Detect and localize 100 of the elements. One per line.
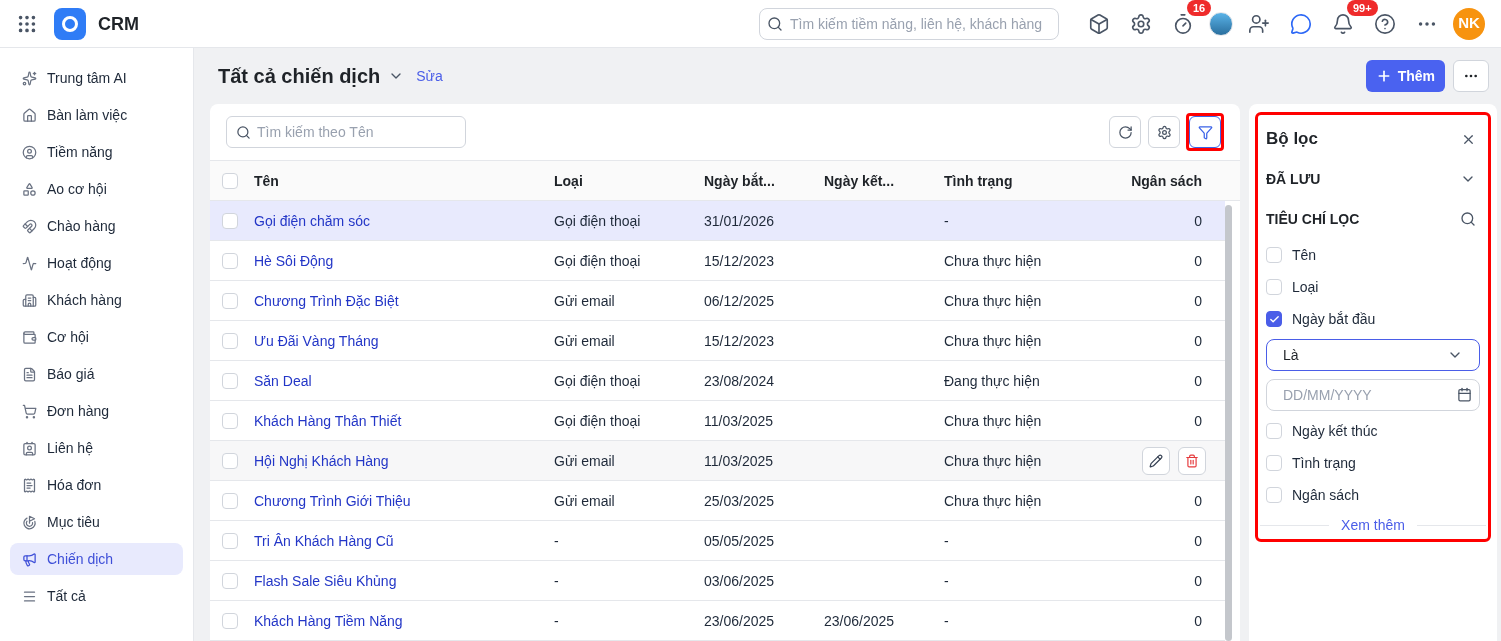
table-cell: Đang thực hiện (944, 372, 1040, 389)
sidebar-item[interactable]: Trung tâm AI (10, 62, 183, 94)
table-cell: - (944, 532, 949, 549)
edit-button[interactable] (1142, 446, 1170, 475)
settings-button[interactable] (1148, 116, 1180, 148)
sidebar-item[interactable]: Báo giá (10, 358, 183, 390)
checkmark-icon (1268, 313, 1280, 325)
campaign-link[interactable]: Khách Hàng Tiềm Năng (254, 612, 403, 629)
menu-icon (22, 588, 37, 604)
filter-icon (1197, 124, 1213, 140)
table-cell: Chưa thực hiện (944, 252, 1042, 269)
campaign-link[interactable]: Hội Nghị Khách Hàng (254, 452, 389, 469)
column-header[interactable]: Ngân sách (1084, 170, 1202, 191)
column-header[interactable]: Tên (254, 170, 554, 191)
table-cell: 15/12/2023 (704, 252, 775, 269)
table-cell: - (944, 572, 949, 589)
delete-button[interactable] (1178, 446, 1206, 475)
avatar-icon[interactable] (1209, 11, 1233, 36)
table-cell: 0 (1194, 292, 1202, 309)
table-search-field[interactable]: Tìm kiếm theo Tên (226, 116, 466, 148)
campaign-link[interactable]: Gọi điện chăm sóc (254, 212, 370, 229)
table-cell: 23/06/2025 (824, 612, 895, 629)
table-cell: Chưa thực hiện (944, 292, 1042, 309)
criterion-label: Ngân sách (1292, 486, 1359, 505)
table-cell: 25/03/2025 (704, 492, 775, 509)
date-field[interactable]: DD/MM/YYYY (1266, 379, 1480, 411)
campaign-link[interactable]: Ưu Đãi Vàng Tháng (254, 332, 379, 349)
campaign-link[interactable]: Chương Trình Giới Thiệu (254, 492, 411, 509)
sidebar-item[interactable]: Hoạt động (10, 247, 183, 279)
sidebar-item[interactable]: Cơ hội (10, 321, 183, 353)
sidebar-item[interactable]: Chào hàng (10, 210, 183, 242)
column-header[interactable]: Tình trạng (944, 170, 1084, 191)
search-icon[interactable] (1460, 211, 1476, 227)
see-more-link[interactable]: Xem thêm (1341, 515, 1405, 535)
table-cell: Gửi email (554, 292, 615, 309)
table-cell: 31/01/2026 (704, 212, 775, 229)
shapes-icon (22, 181, 37, 197)
trash-icon (1185, 453, 1199, 468)
table-cell: Chưa thực hiện (944, 412, 1042, 429)
more-button[interactable] (1453, 60, 1489, 92)
edit-link[interactable]: Sửa (416, 66, 443, 86)
table-cell: - (554, 532, 559, 549)
table-cell: Gọi điện thoại (554, 212, 641, 229)
global-search-field[interactable]: Tìm kiếm tiềm năng, liên hệ, khách hàng (759, 7, 1059, 40)
campaign-link[interactable]: Hè Sôi Động (254, 252, 334, 269)
table-cell: 23/08/2024 (704, 372, 775, 389)
add-button[interactable]: Thêm (1365, 60, 1445, 92)
table-cell: 0 (1194, 572, 1202, 589)
table-cell: Gửi email (554, 452, 615, 469)
campaign-link[interactable]: Săn Deal (254, 372, 312, 389)
app-name: CRM (98, 12, 139, 36)
column-header[interactable]: Ngày bắt... (704, 170, 824, 191)
sidebar-item[interactable]: Bàn làm việc (10, 99, 183, 131)
search-icon (767, 15, 783, 32)
sidebar-item[interactable]: Tiềm năng (10, 136, 183, 168)
column-header[interactable]: Loại (554, 170, 704, 191)
sidebar-item[interactable]: Liên hệ (10, 432, 183, 464)
table-row[interactable]: Hội Nghị Khách Hàng Gửi email 11/03/2025 Chưa thực hiện (210, 441, 1225, 481)
sidebar-item[interactable]: Ao cơ hội (10, 173, 183, 205)
refresh-button[interactable] (1109, 116, 1141, 148)
contact-card-icon (22, 440, 37, 456)
user-circle-icon (22, 144, 37, 160)
table-cell: 11/03/2025 (704, 412, 774, 429)
table-row[interactable]: Gọi điện chăm sóc Gọi điện thoại 31/01/2026 - 0 (210, 201, 1225, 241)
checkbox[interactable] (1266, 311, 1282, 327)
wallet-icon (22, 329, 37, 345)
table-cell: 06/12/2025 (704, 292, 775, 309)
scrollbar[interactable] (1225, 205, 1232, 641)
table-cell: Gọi điện thoại (554, 252, 641, 269)
sidebar-item[interactable]: Chiến dịch (10, 543, 183, 575)
table-cell: 15/12/2023 (704, 332, 775, 349)
megaphone-icon (22, 551, 37, 567)
table-cell: 0 (1194, 492, 1202, 509)
campaign-link[interactable]: Tri Ân Khách Hàng Cũ (254, 532, 394, 549)
table-cell: 05/05/2025 (704, 532, 775, 549)
table-cell: Chưa thực hiện (944, 332, 1042, 349)
app-logo (54, 7, 86, 40)
settings-icon (1156, 124, 1172, 140)
home-icon (22, 107, 37, 123)
column-header[interactable]: Ngày kết... (824, 170, 944, 191)
section-title: TIÊU CHÍ LỌC (1266, 209, 1360, 229)
sidebar-item[interactable]: Hóa đơn (10, 469, 183, 501)
sidebar-item[interactable]: Khách hàng (10, 284, 183, 316)
filter-button[interactable] (1186, 113, 1224, 151)
table-cell: 0 (1194, 212, 1202, 229)
table-cell: 0 (1194, 372, 1202, 389)
table-cell: 0 (1194, 332, 1202, 349)
table-cell: Gọi điện thoại (554, 412, 641, 429)
operator-dropdown[interactable]: Là (1266, 339, 1480, 371)
sidebar-item[interactable]: Mục tiêu (10, 506, 183, 538)
sidebar-item[interactable]: Tất cả (10, 580, 183, 612)
table-cell: 11/03/2025 (704, 452, 774, 469)
campaign-link[interactable]: Chương Trình Đặc Biệt (254, 292, 399, 309)
campaign-link[interactable]: Khách Hàng Thân Thiết (254, 412, 402, 429)
campaign-link[interactable]: Flash Sale Siêu Khủng (254, 572, 397, 589)
table-cell: - (554, 572, 559, 589)
table-cell: 0 (1194, 612, 1202, 629)
count-badge: 99+ (1347, 0, 1378, 16)
sidebar-item[interactable]: Đơn hàng (10, 395, 183, 427)
refresh-icon (1117, 124, 1133, 140)
